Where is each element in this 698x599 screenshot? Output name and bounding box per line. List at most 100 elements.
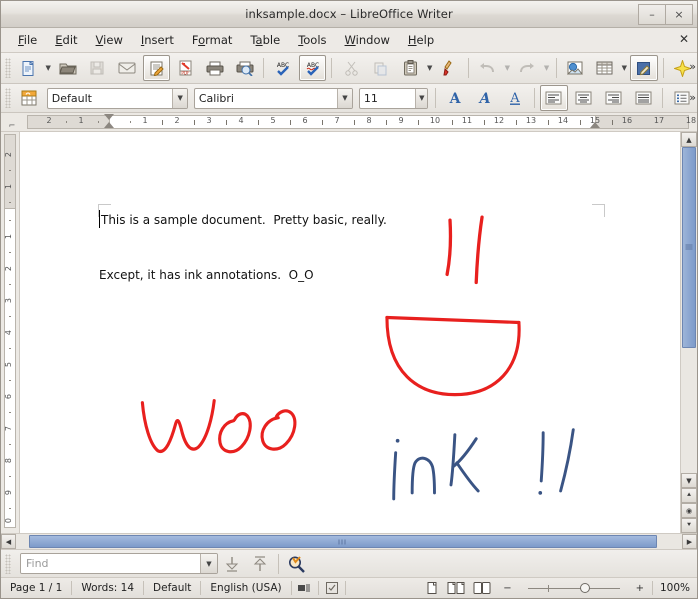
insert-image-button[interactable] (562, 55, 589, 81)
open-document-button[interactable] (54, 55, 81, 81)
document-page[interactable]: This is a sample document. Pretty basic,… (24, 132, 680, 533)
align-right-button[interactable] (600, 85, 628, 111)
paragraph-style-icon[interactable] (15, 85, 43, 111)
align-justify-button[interactable] (629, 85, 657, 111)
language-status[interactable]: English (USA) (201, 581, 291, 595)
scroll-down-button[interactable]: ▼ (681, 473, 697, 488)
insert-table-button[interactable] (591, 55, 618, 81)
first-line-indent-marker[interactable] (104, 114, 114, 120)
find-combobox[interactable]: ▼ (20, 553, 218, 574)
document-canvas[interactable]: This is a sample document. Pretty basic,… (20, 132, 680, 533)
previous-page-button[interactable]: ⯅ (681, 488, 697, 503)
zoom-slider-knob[interactable] (580, 583, 590, 593)
font-name-input[interactable] (195, 89, 337, 108)
menu-help[interactable]: Help (399, 30, 443, 50)
scroll-up-button[interactable]: ▲ (681, 132, 697, 147)
insert-draw-button[interactable] (630, 55, 657, 81)
menu-view[interactable]: View (87, 30, 132, 50)
paragraph-style-combobox[interactable]: ▼ (47, 88, 188, 109)
standard-toolbar: ▼ (1, 53, 697, 84)
find-toolbar-grip[interactable] (5, 554, 11, 574)
minimize-button[interactable]: – (638, 4, 665, 25)
search-history-dropdown-arrow[interactable]: ▼ (200, 554, 217, 573)
vruler-dot (9, 284, 11, 285)
clone-formatting-button[interactable] (436, 55, 463, 81)
font-size-input[interactable] (360, 89, 415, 108)
left-indent-marker[interactable] (104, 122, 114, 128)
horizontal-ruler[interactable]: ⌐ 2 1 1 2 3 4 5 6 7 8 9 (1, 113, 697, 132)
menu-tools[interactable]: Tools (289, 30, 335, 50)
paste-dropdown-arrow[interactable]: ▼ (425, 56, 435, 80)
vertical-scrollbar-thumb[interactable] (682, 147, 696, 348)
bold-button[interactable]: A (441, 85, 469, 111)
standard-toolbar-overflow-icon[interactable]: » (689, 60, 694, 73)
horizontal-scrollbar-thumb[interactable] (29, 535, 657, 548)
right-indent-marker[interactable] (590, 122, 600, 128)
close-button[interactable]: × (665, 4, 693, 25)
zoom-level-status[interactable]: 100% (653, 581, 697, 595)
spelling-button[interactable]: ABC (269, 55, 296, 81)
next-page-button[interactable]: ⯆ (681, 518, 697, 533)
font-size-dropdown-arrow[interactable]: ▼ (415, 89, 427, 108)
vertical-ruler[interactable]: 2 1 1 2 3 4 5 6 7 8 9 0 (1, 132, 20, 533)
edit-mode-button[interactable] (143, 55, 170, 81)
insert-table-dropdown-arrow[interactable]: ▼ (619, 56, 629, 80)
paste-button[interactable] (396, 55, 423, 81)
menu-table[interactable]: Table (241, 30, 289, 50)
find-previous-button[interactable] (247, 553, 273, 575)
single-page-view-button[interactable] (421, 582, 443, 594)
menu-edit[interactable]: Edit (46, 30, 86, 50)
scroll-right-button[interactable]: ▶ (682, 534, 697, 549)
menu-file[interactable]: File (9, 30, 46, 50)
paragraph-style-dropdown-arrow[interactable]: ▼ (172, 89, 186, 108)
export-pdf-button[interactable]: PDF (172, 55, 199, 81)
font-name-combobox[interactable]: ▼ (194, 88, 353, 109)
formatting-separator-3 (662, 88, 663, 108)
print-preview-button[interactable] (231, 55, 258, 81)
book-view-button[interactable] (469, 582, 495, 594)
toolbar-separator-5 (663, 58, 664, 78)
font-name-dropdown-arrow[interactable]: ▼ (337, 89, 352, 108)
menu-insert[interactable]: Insert (132, 30, 183, 50)
menu-window-rest: indow (356, 33, 390, 47)
print-button[interactable] (201, 55, 228, 81)
zoom-out-button[interactable]: − (503, 583, 511, 594)
page-style-status[interactable]: Default (144, 581, 201, 595)
scroll-left-button[interactable]: ◀ (1, 534, 16, 549)
find-next-button[interactable] (219, 553, 245, 575)
new-document-button[interactable] (15, 55, 42, 81)
vertical-scrollbar[interactable]: ▲ ▼ ⯅ ◉ ⯆ (680, 132, 697, 533)
navigation-button[interactable]: ◉ (681, 503, 697, 518)
selection-mode-icon[interactable] (292, 581, 319, 595)
formatting-toolbar-grip[interactable] (5, 88, 11, 108)
zoom-slider[interactable] (520, 581, 628, 595)
vertical-scrollbar-track[interactable] (681, 147, 697, 473)
horizontal-ruler-track[interactable]: 2 1 1 2 3 4 5 6 7 8 9 10 11 (23, 113, 697, 131)
save-state-icon[interactable] (319, 581, 346, 595)
menu-window[interactable]: Window (336, 30, 399, 50)
search-input[interactable] (21, 554, 200, 573)
formatting-toolbar-overflow-icon[interactable]: » (689, 91, 694, 104)
horizontal-scrollbar-track[interactable] (16, 534, 682, 549)
toolbar-grip[interactable] (5, 58, 11, 78)
attach-email-button[interactable] (113, 55, 140, 81)
horizontal-scrollbar[interactable]: ◀ ▶ (1, 533, 697, 549)
ruler-corner-icon[interactable]: ⌐ (1, 113, 23, 131)
page-status[interactable]: Page 1 / 1 (1, 581, 72, 595)
new-document-dropdown-arrow[interactable]: ▼ (43, 56, 53, 80)
underline-button[interactable]: A (501, 85, 529, 111)
zoom-in-button[interactable]: + (636, 583, 644, 594)
auto-spellcheck-button[interactable]: ABC (299, 55, 326, 81)
menu-format[interactable]: Format (183, 30, 242, 50)
close-document-icon[interactable]: ✕ (679, 32, 689, 46)
document-paragraph-2[interactable]: Except, it has ink annotations. O_O (99, 268, 314, 282)
word-count-status[interactable]: Words: 14 (72, 581, 144, 595)
multi-page-view-button[interactable] (443, 582, 469, 594)
paragraph-style-input[interactable] (48, 89, 173, 108)
italic-button[interactable]: A (471, 85, 499, 111)
align-center-button[interactable] (570, 85, 598, 111)
document-paragraph-1[interactable]: This is a sample document. Pretty basic,… (101, 213, 387, 227)
font-size-combobox[interactable]: ▼ (359, 88, 429, 109)
find-and-replace-button[interactable] (284, 553, 310, 575)
align-left-button[interactable] (540, 85, 568, 111)
